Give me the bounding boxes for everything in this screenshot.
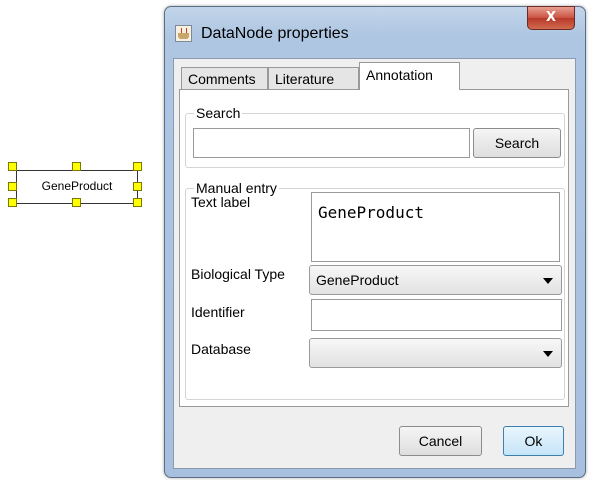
dialog-title: DataNode properties (201, 25, 349, 42)
database-dropdown[interactable] (309, 338, 562, 368)
identifier-field[interactable] (311, 299, 562, 331)
search-button[interactable]: Search (473, 128, 561, 158)
resize-handle-top-right[interactable] (133, 162, 142, 171)
tab-annotation[interactable]: Annotation (359, 62, 460, 90)
text-label-field[interactable]: GeneProduct (311, 192, 560, 262)
tab-comments[interactable]: Comments (181, 67, 268, 89)
ok-button[interactable]: Ok (503, 426, 564, 456)
manual-entry-group: Manual entry Text label GeneProduct Biol… (185, 180, 565, 400)
close-button[interactable]: X (527, 6, 575, 30)
biological-type-dropdown[interactable]: GeneProduct (309, 265, 562, 295)
chevron-down-icon (543, 278, 553, 284)
cancel-button[interactable]: Cancel (399, 426, 482, 456)
resize-handle-middle-left[interactable] (8, 182, 17, 191)
node-label: GeneProduct (41, 179, 113, 193)
search-group-title: Search (194, 105, 243, 121)
chevron-down-icon (543, 351, 553, 357)
datanode-properties-dialog: DataNode properties X Comments Literatur… (164, 6, 586, 478)
resize-handle-top-center[interactable] (72, 162, 81, 171)
search-input[interactable] (193, 128, 470, 158)
gene-product-node[interactable]: GeneProduct (8, 162, 142, 207)
annotation-panel: Search Search Manual entry Text label Ge… (179, 89, 569, 407)
resize-handle-middle-right[interactable] (133, 182, 142, 191)
text-label-value: GeneProduct (318, 203, 424, 222)
identifier-label: Identifier (191, 304, 245, 320)
biological-type-label: Biological Type (191, 266, 285, 282)
dialog-content: Comments Literature Annotation Search Se… (173, 58, 576, 469)
resize-handle-top-left[interactable] (8, 162, 17, 171)
text-label-label: Text label (191, 194, 251, 210)
resize-handle-bottom-center[interactable] (72, 198, 81, 207)
java-cup-icon (175, 25, 192, 42)
biological-type-value: GeneProduct (316, 272, 399, 288)
search-group: Search Search (185, 105, 565, 168)
tab-literature[interactable]: Literature (268, 67, 359, 89)
resize-handle-bottom-left[interactable] (8, 198, 17, 207)
resize-handle-bottom-right[interactable] (133, 198, 142, 207)
database-label: Database (191, 341, 251, 357)
